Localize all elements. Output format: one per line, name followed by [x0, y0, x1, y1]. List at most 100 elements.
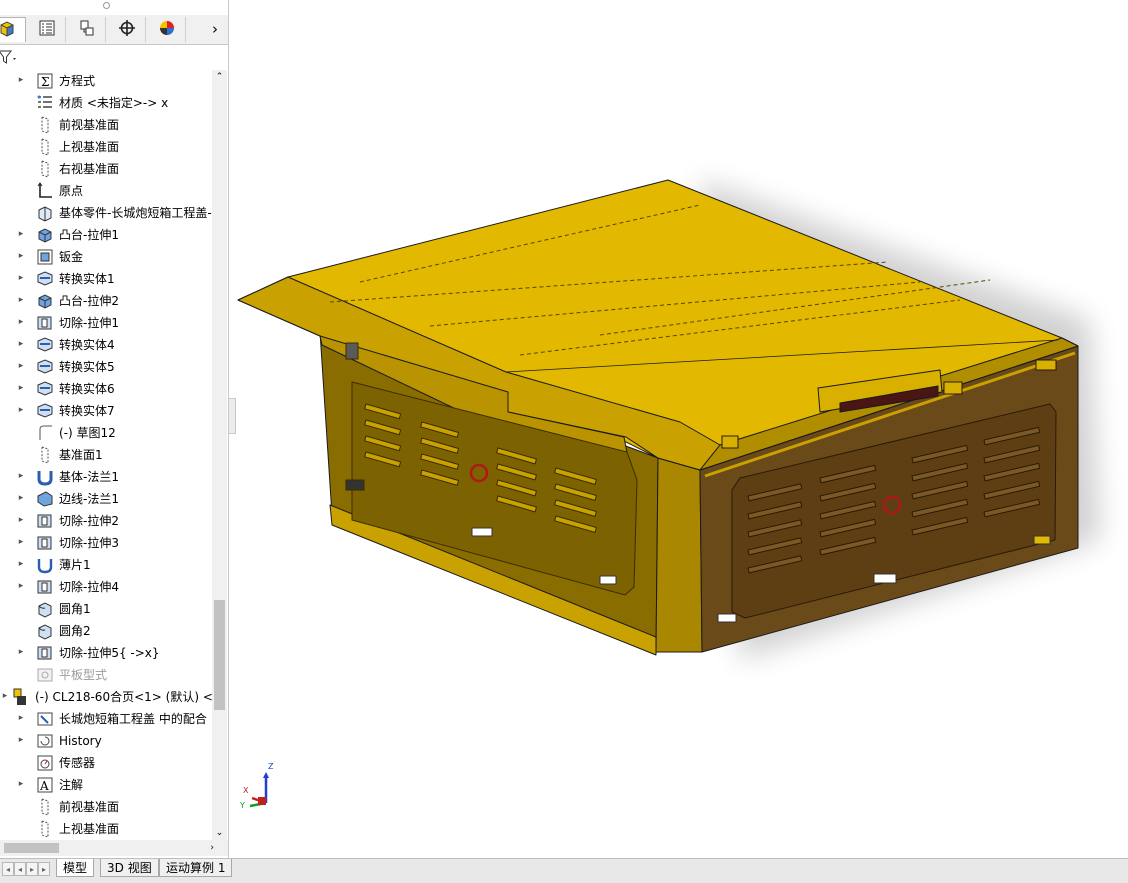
tree-horizontal-scrollbar[interactable]: › — [0, 840, 228, 856]
component-icon — [11, 688, 29, 706]
expand-arrow-icon[interactable]: ▸ — [16, 469, 26, 483]
tree-item[interactable]: ▸ 切除-拉伸4 — [0, 576, 212, 598]
tree-item[interactable]: 基体零件-长城炮短箱工程盖- — [0, 202, 212, 224]
panel-drag-handle[interactable] — [103, 2, 110, 9]
expand-arrow-icon[interactable]: ▸ — [16, 579, 26, 593]
hscroll-thumb[interactable] — [4, 843, 59, 853]
expand-arrow-icon[interactable]: ▸ — [16, 73, 26, 87]
tree-item-label: History — [59, 734, 102, 748]
tree-item[interactable]: ▸ 切除-拉伸5{ ->x} — [0, 642, 212, 664]
tree-item[interactable]: 材质 <未指定>-> x — [0, 92, 212, 114]
expand-arrow-icon[interactable]: ▸ — [16, 491, 26, 505]
expand-arrow-icon[interactable]: ▸ — [16, 733, 26, 747]
tree-item-label: 原点 — [59, 184, 84, 198]
next-tab-button[interactable]: ▸ — [26, 862, 38, 876]
tab-3d-view[interactable]: 3D 视图 — [100, 859, 159, 877]
tree-item[interactable]: 右视基准面 — [0, 158, 212, 180]
tree-item-label: 前视基准面 — [59, 800, 120, 814]
tree-item-label: 钣金 — [59, 250, 84, 264]
tab-property-manager[interactable] — [28, 17, 66, 42]
expand-arrow-icon[interactable]: ▸ — [16, 535, 26, 549]
corner-side — [655, 457, 703, 653]
mates-icon — [36, 710, 54, 728]
tree-filter-row — [0, 45, 228, 69]
tree-item[interactable]: ▸ 转换实体5 — [0, 356, 212, 378]
tree-item[interactable]: ▸ 切除-拉伸3 — [0, 532, 212, 554]
tree-item-label: 切除-拉伸1 — [59, 316, 119, 330]
tree-item[interactable]: ▸ 凸台-拉伸2 — [0, 290, 212, 312]
tree-item[interactable]: ▸ 切除-拉伸1 — [0, 312, 212, 334]
last-tab-button[interactable]: ▸ — [38, 862, 50, 876]
tree-item[interactable]: ▸ 边线-法兰1 — [0, 488, 212, 510]
tree-item-label: 转换实体6 — [59, 382, 115, 396]
tree-item[interactable]: 上视基准面 — [0, 818, 212, 840]
expand-arrow-icon[interactable]: ▸ — [16, 381, 26, 395]
expand-arrow-icon[interactable]: ▸ — [16, 227, 26, 241]
tree-item[interactable]: (-) 草图12 — [0, 422, 212, 444]
tree-item[interactable]: ▸ (-) CL218-60合页<1> (默认) <默 — [0, 686, 212, 708]
expand-arrow-icon[interactable]: ▸ — [16, 645, 26, 659]
tree-item-label: 转换实体7 — [59, 404, 115, 418]
first-tab-button[interactable]: ◂ — [2, 862, 14, 876]
tree-item[interactable]: ▸ 转换实体7 — [0, 400, 212, 422]
tree-item[interactable]: 圆角1 — [0, 598, 212, 620]
convert-entities-icon — [36, 336, 54, 354]
tree-item-label: 上视基准面 — [59, 822, 120, 836]
tree-vertical-scrollbar[interactable]: ⌃ ⌄ — [212, 70, 227, 840]
scroll-right-button[interactable]: › — [210, 841, 214, 855]
tree-item[interactable]: ▸ 基体-法兰1 — [0, 466, 212, 488]
panel-splitter[interactable] — [228, 398, 236, 434]
tab-display-manager[interactable] — [148, 17, 186, 42]
tab-configuration-manager[interactable] — [68, 17, 106, 42]
tree-item-label: 转换实体1 — [59, 272, 115, 286]
cut-extrude-icon — [36, 314, 54, 332]
tree-item[interactable]: ▸ A 注解 — [0, 774, 212, 796]
orientation-triad: Z X Y — [239, 762, 274, 810]
tree-item[interactable]: 原点 — [0, 180, 212, 202]
expand-arrow-icon[interactable]: ▸ — [16, 315, 26, 329]
tree-item[interactable]: 传感器 — [0, 752, 212, 774]
scroll-up-button[interactable]: ⌃ — [212, 70, 227, 84]
prev-tab-button[interactable]: ◂ — [14, 862, 26, 876]
tree-item[interactable]: ▸ 转换实体1 — [0, 268, 212, 290]
tab-motion-study[interactable]: 运动算例 1 — [159, 859, 233, 877]
expand-arrow-icon[interactable]: ▸ — [16, 271, 26, 285]
tree-item[interactable]: 上视基准面 — [0, 136, 212, 158]
scroll-down-button[interactable]: ⌄ — [212, 826, 227, 840]
tree-item[interactable]: ▸ 切除-拉伸2 — [0, 510, 212, 532]
expand-arrow-icon[interactable]: ▸ — [0, 689, 10, 703]
tree-item[interactable]: ▸ 转换实体4 — [0, 334, 212, 356]
tab-more-button[interactable]: › — [205, 19, 225, 40]
expand-arrow-icon[interactable]: ▸ — [16, 293, 26, 307]
expand-arrow-icon[interactable]: ▸ — [16, 249, 26, 263]
expand-arrow-icon[interactable]: ▸ — [16, 513, 26, 527]
tree-item-label: 凸台-拉伸2 — [59, 294, 119, 308]
expand-arrow-icon[interactable]: ▸ — [16, 337, 26, 351]
tree-item[interactable]: 圆角2 — [0, 620, 212, 642]
edge-flange-icon — [36, 490, 54, 508]
tree-item[interactable]: 前视基准面 — [0, 114, 212, 136]
expand-arrow-icon[interactable]: ▸ — [16, 711, 26, 725]
tab-feature-manager[interactable] — [0, 17, 26, 42]
expand-arrow-icon[interactable]: ▸ — [16, 557, 26, 571]
graphics-viewport[interactable]: Z X Y — [237, 0, 1128, 858]
filter-icon[interactable] — [0, 49, 20, 68]
scroll-thumb[interactable] — [214, 600, 225, 710]
tree-item[interactable]: 前视基准面 — [0, 796, 212, 818]
tree-item[interactable]: ▸ History — [0, 730, 212, 752]
tree-item[interactable]: 平板型式 — [0, 664, 212, 686]
tab-model[interactable]: 模型 — [56, 859, 95, 877]
tree-item[interactable]: ▸ 长城炮短箱工程盖 中的配合 — [0, 708, 212, 730]
tree-item[interactable]: 基准面1 — [0, 444, 212, 466]
tree-item[interactable]: ▸ 转换实体6 — [0, 378, 212, 400]
expand-arrow-icon[interactable]: ▸ — [16, 403, 26, 417]
tree-item[interactable]: ▸ 凸台-拉伸1 — [0, 224, 212, 246]
tree-item[interactable]: ▸ 钣金 — [0, 246, 212, 268]
tab-dimxpert-manager[interactable] — [108, 17, 146, 42]
expand-arrow-icon[interactable]: ▸ — [16, 777, 26, 791]
expand-arrow-icon[interactable]: ▸ — [16, 359, 26, 373]
manager-tab-bar: › — [0, 15, 228, 45]
tree-item[interactable]: ▸ Σ 方程式 — [0, 70, 212, 92]
tree-item[interactable]: ▸ 薄片1 — [0, 554, 212, 576]
tree-item-label: 上视基准面 — [59, 140, 120, 154]
